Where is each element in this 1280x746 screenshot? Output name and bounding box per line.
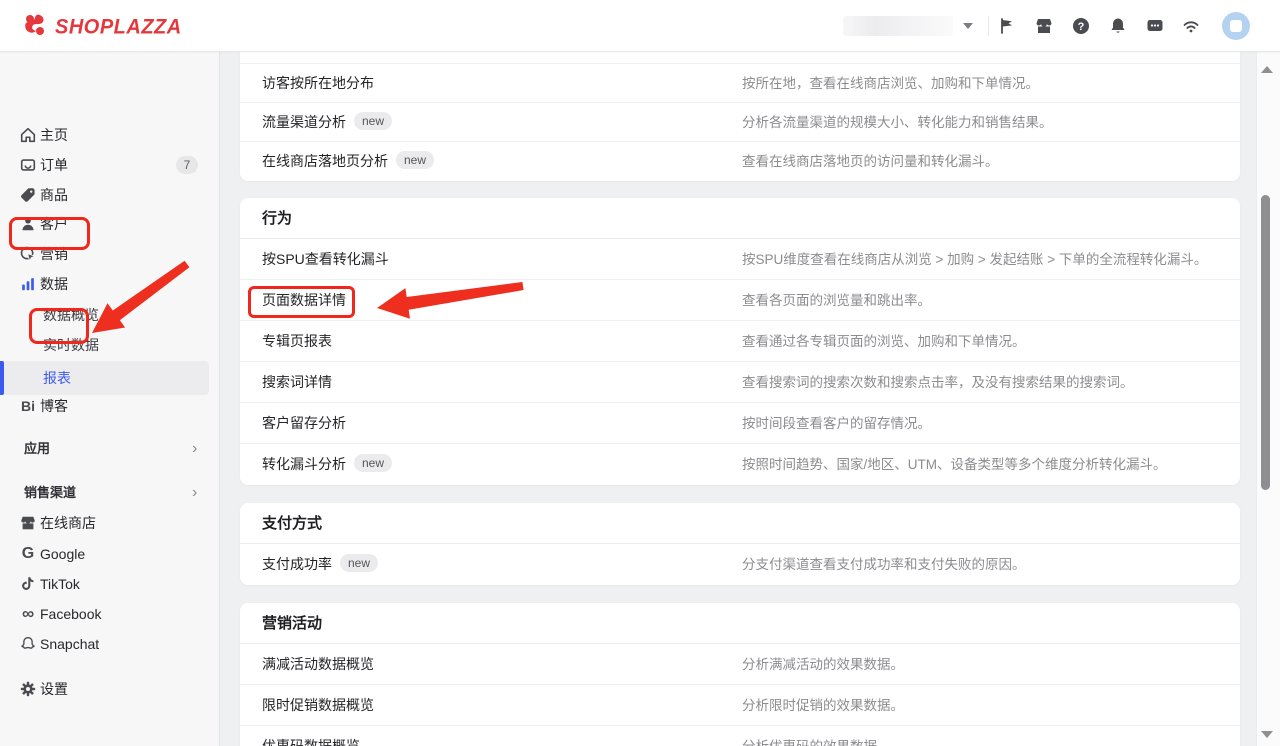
new-badge: new (396, 151, 434, 169)
snapchat-icon (18, 634, 38, 654)
flag-icon[interactable] (995, 14, 1019, 38)
report-row-spu-funnel[interactable]: 按SPU查看转化漏斗 按SPU维度查看在线商店从浏览 > 加购 > 发起结账 >… (240, 239, 1240, 280)
report-card-marketing: 营销活动 满减活动数据概览 分析满减活动的效果数据。 限时促销数据概览 分析限时… (240, 603, 1240, 746)
home-icon (18, 125, 38, 145)
orders-icon (18, 155, 38, 175)
chevron-right-icon: › (192, 434, 197, 463)
report-row-visitors-by-location[interactable]: 访客按所在地分布 按所在地，查看在线商店浏览、加购和下单情况。 (240, 63, 1240, 102)
customers-icon (18, 214, 38, 234)
sidebar-item-analytics[interactable]: 数据 (0, 269, 220, 299)
storefront-icon[interactable] (1032, 14, 1056, 38)
tiktok-icon (18, 574, 38, 594)
sidebar-item-customers[interactable]: 客户 (0, 209, 220, 239)
new-badge: new (354, 112, 392, 130)
blog-icon: Bi (18, 396, 38, 416)
section-title-payment: 支付方式 (240, 503, 1240, 544)
avatar-placeholder (1230, 20, 1242, 32)
shoplazza-logo-icon (22, 12, 48, 43)
user-avatar[interactable] (1222, 12, 1250, 40)
report-card-behavior: 行为 按SPU查看转化漏斗 按SPU维度查看在线商店从浏览 > 加购 > 发起结… (240, 198, 1240, 485)
page: SHOPLAZZA ? (0, 0, 1280, 746)
report-row-collection-page[interactable]: 专辑页报表 查看通过各专辑页面的浏览、加购和下单情况。 (240, 321, 1240, 362)
sidebar-item-tiktok[interactable]: TikTok (0, 569, 220, 599)
wifi-icon[interactable] (1179, 14, 1203, 38)
sidebar-section-apps[interactable]: 应用 › (0, 434, 220, 464)
sidebar-item-home[interactable]: 主页 (0, 120, 220, 150)
orders-count-badge: 7 (176, 156, 198, 174)
scrollbar-thumb[interactable] (1261, 195, 1270, 490)
shoplazza-logo[interactable]: SHOPLAZZA (22, 12, 182, 43)
sidebar-item-snapchat[interactable]: Snapchat (0, 629, 220, 659)
storefront-icon (18, 513, 38, 533)
report-row-traffic-channel[interactable]: 流量渠道分析new 分析各流量渠道的规模大小、转化能力和销售结果。 (240, 102, 1240, 141)
report-row-customer-retention[interactable]: 客户留存分析 按时间段查看客户的留存情况。 (240, 403, 1240, 444)
sidebar-item-google[interactable]: G Google (0, 539, 220, 569)
new-badge: new (354, 454, 392, 472)
report-row-flash-sale[interactable]: 限时促销数据概览 分析限时促销的效果数据。 (240, 685, 1240, 726)
report-row-conversion-funnel[interactable]: 转化漏斗分析new 按照时间趋势、国家/地区、UTM、设备类型等多个维度分析转化… (240, 444, 1240, 485)
facebook-meta-icon: ∞ (18, 604, 38, 624)
store-name-redacted (843, 16, 953, 36)
sidebar-item-blog[interactable]: Bi 博客 (0, 391, 220, 421)
scroll-up-arrow[interactable] (1261, 66, 1273, 73)
section-title-marketing: 营销活动 (240, 603, 1240, 644)
bell-icon[interactable] (1106, 14, 1130, 38)
sidebar-item-orders[interactable]: 订单 7 (0, 150, 220, 180)
gear-icon (18, 679, 38, 699)
report-row-payment-success[interactable]: 支付成功率new 分支付渠道查看支付成功率和支付失败的原因。 (240, 544, 1240, 585)
sidebar-item-products[interactable]: 商品 (0, 180, 220, 210)
sidebar-item-marketing[interactable]: 营销 (0, 239, 220, 269)
report-card-payment: 支付方式 支付成功率new 分支付渠道查看支付成功率和支付失败的原因。 (240, 503, 1240, 585)
vertical-scrollbar (1256, 52, 1280, 746)
report-row-landing-page[interactable]: 在线商店落地页分析new 查看在线商店落地页的访问量和转化漏斗。 (240, 141, 1240, 180)
sidebar-item-reports[interactable]: 报表 (0, 361, 220, 391)
products-icon (18, 185, 38, 205)
shoplazza-logo-text: SHOPLAZZA (55, 15, 182, 40)
help-icon[interactable]: ? (1069, 14, 1093, 38)
google-icon: G (18, 544, 38, 564)
marketing-icon (18, 244, 38, 264)
sidebar-item-facebook[interactable]: ∞ Facebook (0, 599, 220, 629)
report-card-traffic: 访客按所在地分布 按所在地，查看在线商店浏览、加购和下单情况。 流量渠道分析ne… (240, 52, 1240, 181)
caret-down-icon (963, 23, 973, 29)
section-title-behavior: 行为 (240, 198, 1240, 239)
sidebar-section-sales-channels[interactable]: 销售渠道 › (0, 478, 220, 508)
analytics-icon (18, 274, 38, 294)
report-row-page-detail[interactable]: 页面数据详情 查看各页面的浏览量和跳出率。 (240, 280, 1240, 321)
report-row-discount-campaign[interactable]: 满减活动数据概览 分析满减活动的效果数据。 (240, 644, 1240, 685)
report-row-coupon-code[interactable]: 优惠码数据概览 分析优惠码的效果数据。 (240, 726, 1240, 746)
new-badge: new (340, 554, 378, 572)
chat-icon[interactable] (1143, 14, 1167, 38)
sidebar-item-data-overview[interactable]: 数据概览 (0, 300, 220, 330)
sidebar-nav: 主页 订单 7 商品 (0, 52, 220, 746)
svg-text:?: ? (1078, 21, 1085, 33)
sidebar-item-live-data[interactable]: 实时数据 (0, 330, 220, 360)
header-divider (988, 16, 989, 36)
sidebar-item-settings[interactable]: 设置 (0, 674, 220, 704)
store-selector-dropdown[interactable] (843, 13, 975, 39)
report-row-search-terms[interactable]: 搜索词详情 查看搜索词的搜索次数和搜索点击率，及没有搜索结果的搜索词。 (240, 362, 1240, 403)
reports-list: 访客按所在地分布 按所在地，查看在线商店浏览、加购和下单情况。 流量渠道分析ne… (220, 52, 1256, 746)
sidebar-item-online-store[interactable]: 在线商店 (0, 508, 220, 538)
chevron-right-icon: › (192, 478, 197, 507)
top-header: SHOPLAZZA ? (0, 0, 1280, 52)
scroll-down-arrow[interactable] (1261, 731, 1273, 738)
